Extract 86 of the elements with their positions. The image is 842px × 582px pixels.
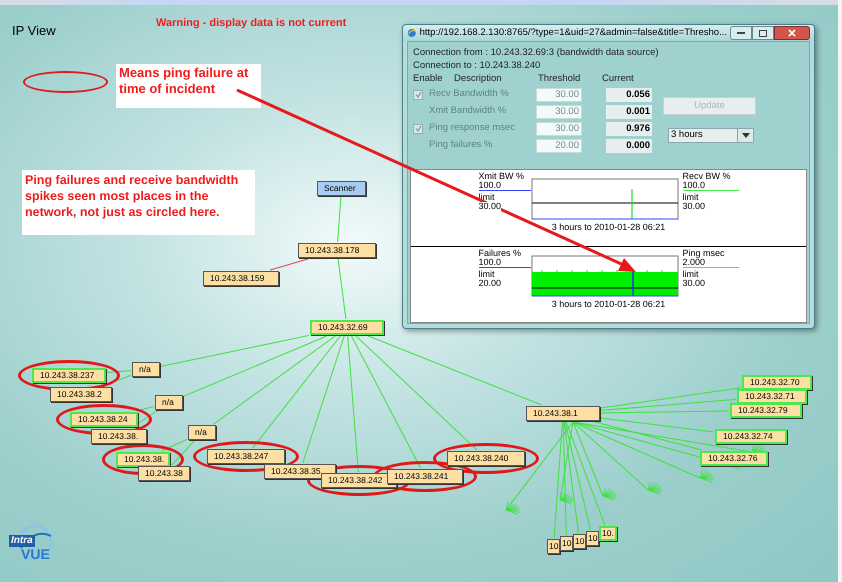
column-header: Enable (413, 72, 444, 86)
current-value: 0.000 (606, 138, 652, 152)
line-fan-drawing (648, 482, 662, 495)
network-node[interactable]: 10.243.38.2 (50, 387, 112, 402)
column-header: Current (602, 72, 635, 86)
network-node[interactable]: 10.243.38.159 (203, 271, 279, 286)
minimize-icon (737, 32, 745, 34)
network-node[interactable]: 10.243.38.247 (207, 449, 285, 464)
network-node[interactable]: 10.243.32.70 (742, 375, 812, 390)
logo-word: Intra (9, 534, 35, 546)
limit-value: 30.00 (682, 279, 706, 288)
axis-max: 100.0 (478, 258, 530, 268)
axis-max: 100.0 (682, 181, 738, 191)
connection-from-text: Connection from : 10.243.32.69:3 (bandwidth data source) (413, 46, 660, 59)
enable-checkbox[interactable] (413, 90, 423, 100)
warning-text: Warning - display data is not current (156, 16, 346, 31)
dropdown-caret-icon (742, 133, 750, 138)
column-header: Threshold (537, 72, 582, 86)
network-node[interactable]: n/a (188, 425, 216, 440)
link-line (337, 196, 342, 242)
logo-word: VUE (21, 546, 51, 562)
current-value: 0.001 (606, 104, 652, 118)
network-node[interactable]: 10.243.38.178 (298, 243, 376, 258)
metric-label: Recv Bandwidth % (429, 87, 510, 102)
column-header: Description (454, 72, 503, 86)
network-node[interactable]: 10.243.32.69 (310, 320, 384, 335)
network-node[interactable]: 10.243.38.1 (526, 406, 600, 421)
network-node[interactable]: 10 (573, 534, 586, 549)
network-node[interactable]: 10.243.32.79 (730, 403, 802, 418)
axis-max: 100.0 (478, 181, 530, 191)
network-node[interactable]: 10 (586, 531, 599, 546)
maximize-button[interactable] (752, 26, 774, 40)
metric-label: Xmit Bandwidth % (429, 104, 508, 118)
maximize-icon (759, 30, 767, 36)
axis-title: Failures % (478, 249, 522, 258)
current-value: 0.976 (606, 122, 652, 136)
network-node[interactable]: 10.243.32.71 (737, 389, 807, 404)
minimize-button[interactable] (730, 26, 752, 40)
limit-label: limit (682, 270, 698, 279)
window-title: http://192.168.2.130:8765/?type=1&uid=27&admin=false&title=Thresho... (420, 26, 727, 40)
axis-title: Xmit BW % (478, 172, 524, 181)
period-dropdown[interactable]: 3 hours (668, 128, 754, 143)
axis-title: Recv BW % (682, 172, 731, 181)
network-node[interactable]: 10.243.38.240 (447, 451, 525, 466)
time-range-caption: 3 hours to 2010-01-28 06:21 (552, 299, 666, 309)
link-line (338, 258, 346, 320)
network-node[interactable]: Scanner (317, 181, 366, 196)
network-node[interactable]: 10.243.38 (138, 466, 190, 481)
limit-label: limit (478, 270, 494, 279)
metric-label: Ping failures % (429, 138, 494, 152)
close-icon (788, 29, 796, 37)
link-line (270, 258, 308, 270)
line-fan-drawing (506, 502, 520, 515)
close-button[interactable] (774, 26, 810, 40)
view-title: IP View (12, 22, 56, 40)
network-node[interactable]: 10.243.38.24 (70, 412, 138, 427)
observation-note: Ping failures and receive bandwidth spikes seen most places in the network, not just as circled here. (22, 170, 255, 235)
network-node[interactable]: 10 (560, 536, 573, 551)
time-range-caption: 3 hours to 2010-01-28 06:21 (552, 222, 666, 232)
line-fan-drawing (602, 488, 618, 501)
current-value: 0.056 (606, 88, 652, 102)
network-node[interactable]: 10.243.38.237 (32, 368, 106, 383)
network-node[interactable]: 10.243.38.241 (387, 469, 463, 484)
browser-globe-icon (407, 27, 417, 39)
metric-label: Ping response msec (429, 121, 516, 136)
line-fan-drawing (700, 470, 714, 483)
network-node[interactable]: 10.243.32.76 (700, 451, 768, 466)
enable-checkbox[interactable] (413, 124, 423, 134)
network-node[interactable]: 10. (599, 526, 617, 541)
network-node[interactable]: n/a (155, 395, 183, 410)
network-node[interactable]: 10.243.38. (91, 429, 147, 444)
limit-label: limit (682, 193, 698, 202)
checkmark-icon (414, 125, 422, 132)
limit-value: 30.00 (478, 202, 502, 211)
line-fan-drawing (560, 492, 574, 505)
network-node[interactable]: 10.243.32.74 (715, 429, 787, 444)
network-node[interactable]: 10.243.38. (116, 452, 170, 467)
limit-value: 20.00 (478, 279, 502, 288)
network-node[interactable]: n/a (132, 362, 160, 377)
checkmark-icon (414, 91, 422, 98)
limit-value: 30.00 (682, 202, 706, 211)
axis-max: 2.000 (682, 258, 738, 268)
network-node[interactable]: 10 (547, 539, 560, 554)
legend-note: Means ping failure at time of incident (116, 64, 261, 108)
axis-title: Ping msec (682, 249, 725, 258)
connection-to-text: Connection to : 10.243.38.240 (413, 59, 542, 72)
